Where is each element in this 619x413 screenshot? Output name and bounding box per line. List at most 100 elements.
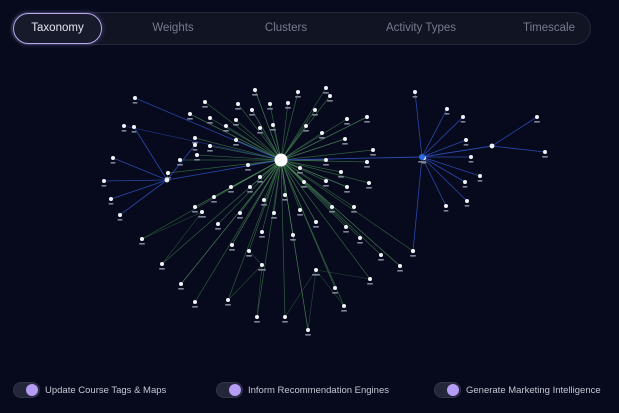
graph-node[interactable] [166,171,170,175]
graph-node[interactable] [179,282,183,286]
graph-node[interactable] [193,136,197,140]
graph-node[interactable] [226,298,230,302]
graph-node[interactable] [345,117,349,121]
graph-node[interactable] [200,210,204,214]
graph-node[interactable] [291,233,295,237]
graph-node[interactable] [160,262,164,266]
graph-node[interactable] [367,181,371,185]
cluster-hub-node[interactable] [164,177,170,183]
graph-node[interactable] [188,112,192,116]
graph-node[interactable] [236,102,240,106]
graph-node[interactable] [398,264,402,268]
graph-node[interactable] [234,138,238,142]
graph-node[interactable] [258,126,262,130]
graph-node[interactable] [465,199,469,203]
central-hub-node[interactable] [274,153,288,167]
tab-activity-types[interactable]: Activity Types [368,13,474,44]
graph-node[interactable] [193,300,197,304]
graph-node[interactable] [413,90,417,94]
graph-node[interactable] [324,158,328,162]
graph-node[interactable] [283,315,287,319]
graph-node[interactable] [324,179,328,183]
graph-node[interactable] [286,101,290,105]
graph-node[interactable] [133,96,137,100]
graph-node[interactable] [102,179,106,183]
graph-node[interactable] [343,137,347,141]
graph-node[interactable] [314,220,318,224]
graph-node[interactable] [140,237,144,241]
taxonomy-graph[interactable] [0,48,619,368]
graph-node[interactable] [345,185,349,189]
toggle-switch[interactable] [216,382,243,398]
graph-node[interactable] [328,94,332,98]
graph-node[interactable] [320,131,324,135]
graph-node[interactable] [250,108,254,112]
graph-node[interactable] [298,166,302,170]
graph-node[interactable] [333,286,337,290]
graph-node[interactable] [464,138,468,142]
graph-node[interactable] [262,198,266,202]
graph-node[interactable] [234,118,238,122]
tab-taxonomy[interactable]: Taxonomy [13,13,102,44]
graph-node[interactable] [118,213,122,217]
graph-node[interactable] [178,158,182,162]
graph-node[interactable] [216,222,220,226]
graph-node[interactable] [330,205,334,209]
tab-clusters[interactable]: Clusters [248,13,324,44]
graph-node[interactable] [212,195,216,199]
graph-node[interactable] [342,304,346,308]
graph-node[interactable] [306,328,310,332]
graph-node[interactable] [543,150,547,154]
graph-node[interactable] [260,263,264,267]
graph-node[interactable] [352,205,356,209]
graph-node[interactable] [248,185,252,189]
graph-node[interactable] [444,204,448,208]
graph-node[interactable] [535,115,539,119]
graph-node[interactable] [368,277,372,281]
toggle-switch[interactable] [434,382,461,398]
graph-node[interactable] [111,156,115,160]
graph-node[interactable] [109,197,113,201]
graph-node[interactable] [469,155,473,159]
graph-node[interactable] [314,268,318,272]
graph-node[interactable] [283,193,287,197]
graph-node[interactable] [132,125,136,129]
graph-node[interactable] [195,153,199,157]
graph-node[interactable] [461,115,465,119]
graph-node[interactable] [358,236,362,240]
graph-node[interactable] [193,205,197,209]
graph-node[interactable] [365,115,369,119]
graph-node[interactable] [344,225,348,229]
graph-node[interactable] [445,107,449,111]
graph-node[interactable] [463,180,467,184]
graph-node[interactable] [339,170,343,174]
graph-node[interactable] [298,208,302,212]
graph-node[interactable] [313,108,317,112]
tab-weights[interactable]: Weights [134,13,212,44]
toggle-inform-recommendation-engines[interactable]: Inform Recommendation Engines [216,380,389,400]
graph-node[interactable] [260,230,264,234]
cluster-hub-node[interactable] [489,143,495,149]
graph-node[interactable] [230,243,234,247]
graph-node[interactable] [208,116,212,120]
graph-node[interactable] [302,180,306,184]
graph-node[interactable] [229,185,233,189]
graph-node[interactable] [208,144,212,148]
graph-node[interactable] [203,100,207,104]
toggle-generate-marketing-intelligence[interactable]: Generate Marketing Intelligence [434,380,601,400]
graph-node[interactable] [255,315,259,319]
graph-node[interactable] [371,148,375,152]
graph-node[interactable] [379,253,383,257]
graph-node[interactable] [224,124,228,128]
graph-node[interactable] [246,163,250,167]
toggle-update-course-tags[interactable]: Update Course Tags & Maps [13,380,166,400]
graph-node[interactable] [122,124,126,128]
graph-node[interactable] [247,249,251,253]
graph-node[interactable] [272,211,276,215]
tab-timescale[interactable]: Timescale [510,13,588,44]
graph-node[interactable] [268,102,272,106]
graph-node[interactable] [304,124,308,128]
graph-node[interactable] [411,249,415,253]
graph-node[interactable] [193,143,197,147]
graph-node[interactable] [324,86,328,90]
